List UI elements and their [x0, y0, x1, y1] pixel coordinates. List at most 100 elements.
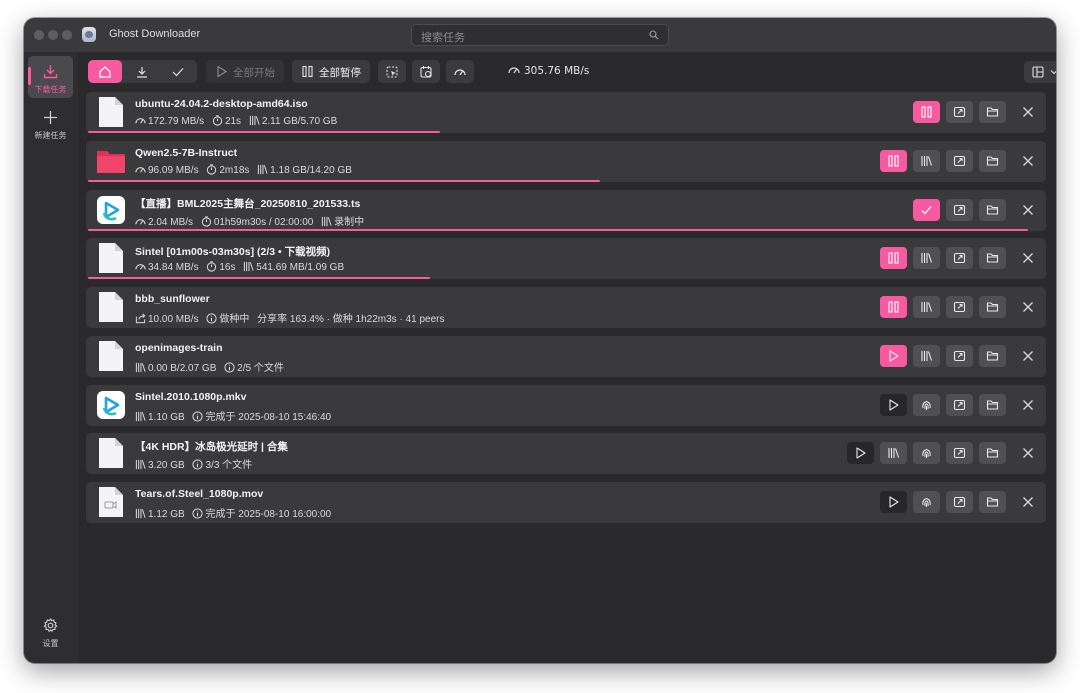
- play-file-button[interactable]: [880, 491, 907, 513]
- delete-task-button[interactable]: [1017, 199, 1039, 221]
- start-all-button[interactable]: 全部开始: [206, 60, 284, 83]
- task-row[interactable]: Qwen2.5-7B-Instruct 96.09 MB/s 2m18s 1.1…: [86, 141, 1046, 182]
- open-folder-button[interactable]: [979, 442, 1006, 464]
- open-folder-button[interactable]: [979, 199, 1006, 221]
- task-info: 1.10 GB 完成于 2025-08-10 15:46:40: [135, 408, 331, 423]
- open-file-button[interactable]: [946, 150, 973, 172]
- filter-all-tab[interactable]: [88, 60, 122, 83]
- delete-task-button[interactable]: [1017, 296, 1039, 318]
- zoom-window-button[interactable]: [62, 30, 72, 40]
- open-folder-button[interactable]: [979, 394, 1006, 416]
- fingerprint-icon: [920, 399, 933, 411]
- task-row[interactable]: 【直播】BML2025主舞台_20250810_201533.ts 2.04 M…: [86, 190, 1046, 231]
- task-row[interactable]: bbb_sunflower 10.00 MB/s 做种中 分享率 163.4% …: [86, 287, 1046, 328]
- file-list-button[interactable]: [880, 442, 907, 464]
- info-icon: [192, 508, 203, 519]
- open-file-button[interactable]: [946, 491, 973, 513]
- delete-task-button[interactable]: [1017, 150, 1039, 172]
- size-icon: [135, 362, 146, 373]
- delete-task-button[interactable]: [1017, 247, 1039, 269]
- task-row[interactable]: openimages-train 0.00 B/2.07 GB 2/5 个文件: [86, 336, 1046, 377]
- filter-completed-tab[interactable]: [161, 60, 195, 83]
- open-file-button[interactable]: [946, 247, 973, 269]
- task-detail: 3/3 个文件: [205, 460, 253, 471]
- start-button[interactable]: [880, 345, 907, 367]
- task-row[interactable]: 【4K HDR】冰岛极光延时 | 合集 3.20 GB 3/3 个文件: [86, 433, 1046, 474]
- search-input[interactable]: 搜索任务: [411, 24, 669, 46]
- search-icon: [649, 30, 659, 40]
- open-external-icon: [953, 204, 966, 216]
- delete-task-button[interactable]: [1017, 394, 1039, 416]
- delete-task-button[interactable]: [1017, 101, 1039, 123]
- sidebar-item-downloads[interactable]: 下载任务: [28, 56, 73, 98]
- open-file-button[interactable]: [946, 199, 973, 221]
- size-icon: [135, 411, 146, 422]
- filter-downloading-tab[interactable]: [125, 60, 159, 83]
- select-button[interactable]: [378, 60, 406, 83]
- app-window: Ghost Downloader 搜索任务 下载任务 新建任务 设置 全部开始 …: [24, 18, 1056, 663]
- task-speed: 10.00 MB/s: [148, 314, 199, 325]
- pause-button[interactable]: [913, 101, 940, 123]
- file-list-button[interactable]: [913, 150, 940, 172]
- layout-icon: [1032, 66, 1044, 78]
- progress-bar: [88, 180, 601, 182]
- open-folder-button[interactable]: [979, 296, 1006, 318]
- file-icon: [96, 242, 126, 274]
- total-speed-value: 305.76 MB/s: [524, 65, 590, 77]
- size-icon: [243, 261, 254, 272]
- open-folder-button[interactable]: [979, 101, 1006, 123]
- delete-task-button[interactable]: [1017, 345, 1039, 367]
- speed-limit-button[interactable]: [446, 60, 474, 83]
- schedule-button[interactable]: [412, 60, 440, 83]
- delete-task-button[interactable]: [1017, 491, 1039, 513]
- pause-icon: [887, 155, 900, 167]
- task-detail: 完成于 2025-08-10 16:00:00: [205, 509, 332, 520]
- open-folder-button[interactable]: [979, 247, 1006, 269]
- pause-button[interactable]: [880, 296, 907, 318]
- task-info: 2.04 MB/s 01h59m30s / 02:00:00 录制中: [135, 213, 364, 228]
- pause-icon: [920, 106, 933, 118]
- progress-bar: [88, 131, 440, 133]
- open-folder-button[interactable]: [979, 345, 1006, 367]
- play-file-button[interactable]: [847, 442, 874, 464]
- verify-hash-button[interactable]: [913, 394, 940, 416]
- library-icon: [920, 155, 933, 167]
- chevron-down-icon: [1050, 70, 1056, 75]
- file-list-button[interactable]: [913, 296, 940, 318]
- open-external-icon: [953, 447, 966, 459]
- open-file-button[interactable]: [946, 101, 973, 123]
- open-folder-button[interactable]: [979, 491, 1006, 513]
- minimize-window-button[interactable]: [48, 30, 58, 40]
- view-layout-dropdown[interactable]: [1024, 61, 1056, 83]
- file-list-button[interactable]: [913, 247, 940, 269]
- close-window-button[interactable]: [34, 30, 44, 40]
- open-file-button[interactable]: [946, 345, 973, 367]
- pause-button[interactable]: [880, 150, 907, 172]
- open-file-button[interactable]: [946, 442, 973, 464]
- open-folder-button[interactable]: [979, 150, 1006, 172]
- close-icon: [1022, 350, 1034, 362]
- finish-recording-button[interactable]: [913, 199, 940, 221]
- verify-hash-button[interactable]: [913, 491, 940, 513]
- sidebar-item-label: 新建任务: [34, 131, 67, 140]
- task-size: 0.00 B/2.07 GB: [148, 363, 217, 374]
- sidebar-item-settings[interactable]: 设置: [28, 610, 73, 652]
- task-row[interactable]: ubuntu-24.04.2-desktop-amd64.iso 172.79 …: [86, 92, 1046, 133]
- delete-task-button[interactable]: [1017, 442, 1039, 464]
- pause-all-button[interactable]: 全部暂停: [292, 60, 370, 83]
- open-file-button[interactable]: [946, 296, 973, 318]
- task-eta: 2m18s: [219, 165, 250, 176]
- task-row[interactable]: Sintel.2010.1080p.mkv 1.10 GB 完成于 2025-0…: [86, 385, 1046, 426]
- pause-button[interactable]: [880, 247, 907, 269]
- task-info: 34.84 MB/s 16s 541.69 MB/1.09 GB: [135, 261, 344, 273]
- play-file-button[interactable]: [880, 394, 907, 416]
- task-row[interactable]: Tears.of.Steel_1080p.mov 1.12 GB 完成于 202…: [86, 482, 1046, 523]
- task-row[interactable]: Sintel [01m00s-03m30s] (2/3 • 下载视频) 34.8…: [86, 238, 1046, 279]
- open-file-button[interactable]: [946, 394, 973, 416]
- verify-hash-button[interactable]: [913, 442, 940, 464]
- toolbar: 全部开始 全部暂停 305.76 MB/s: [78, 52, 1056, 92]
- play-icon: [887, 399, 900, 411]
- sidebar-item-new-task[interactable]: 新建任务: [28, 102, 73, 144]
- upload-icon: [135, 313, 146, 324]
- file-list-button[interactable]: [913, 345, 940, 367]
